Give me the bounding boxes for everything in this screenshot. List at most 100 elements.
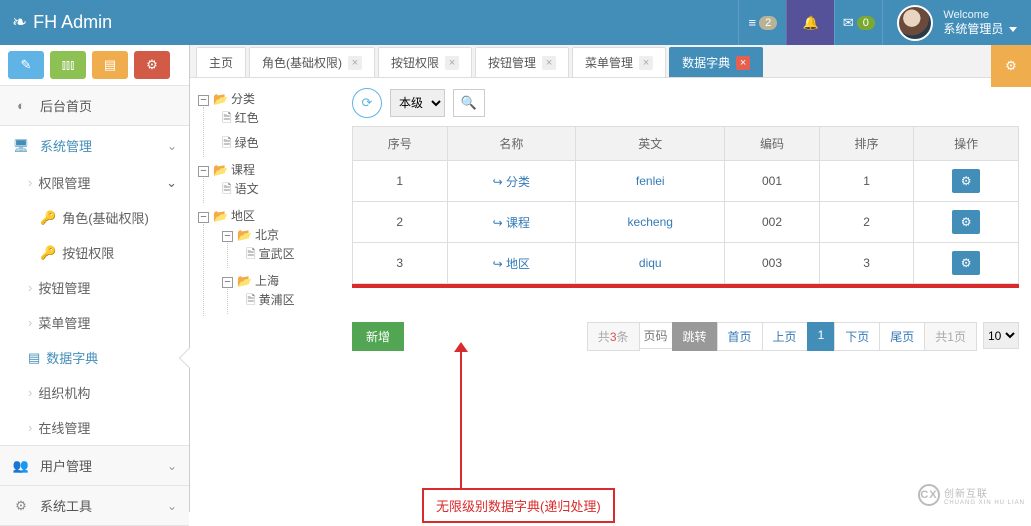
toolbar-book[interactable]: ▤ [92, 51, 128, 79]
tree-leaf[interactable]: 语文 [222, 178, 332, 203]
pager-last[interactable]: 尾页 [879, 322, 925, 351]
sidebar-item-users[interactable]: 👥用户管理⌄ [0, 446, 189, 485]
envelope-icon: ✉ [843, 15, 854, 31]
pager-go[interactable]: 跳转 [672, 322, 718, 351]
tab-roles[interactable]: 角色(基础权限) × [249, 47, 375, 77]
tab-dictionary[interactable]: 数据字典× [669, 47, 763, 77]
row-name-link[interactable]: ↪ 地区 [493, 257, 530, 271]
tab-button-mgmt[interactable]: 按钮管理× [475, 47, 569, 77]
search-button[interactable]: 🔍 [453, 89, 485, 117]
row-en-link[interactable]: fenlei [636, 174, 665, 188]
tree-leaf[interactable]: 红色 [222, 107, 332, 132]
close-icon[interactable]: × [542, 56, 556, 70]
sidebar-item-system[interactable]: 🖥系统管理⌄ [0, 126, 189, 165]
collapse-icon[interactable]: − [198, 95, 209, 106]
sidebar-item-dictionary[interactable]: ▤ 数据字典 [0, 340, 189, 375]
row-name-link[interactable]: ↪ 分类 [493, 175, 530, 189]
row-en-link[interactable]: diqu [639, 256, 662, 270]
pager: 共3条 跳转 首页 上页 1 下页 尾页 共1页 10 [588, 322, 1019, 351]
level-select[interactable]: 本级 [390, 89, 445, 117]
toolbar-gears[interactable]: ⚙ [134, 51, 170, 79]
refresh-button[interactable]: ⟳ [352, 88, 382, 118]
sidebar-item-label: 菜单管理 [38, 313, 90, 332]
sidebar-item-online[interactable]: ›在线管理 [0, 410, 189, 445]
row-en-link[interactable]: kecheng [628, 215, 673, 229]
sidebar-item-label: 用户管理 [40, 456, 92, 475]
sidebar-item-button-perm[interactable]: 🔑按钮权限 [0, 235, 189, 270]
sidebar-item-label: 组织机构 [38, 383, 90, 402]
toolbar-edit[interactable]: ✎ [8, 51, 44, 79]
pager-pages: 共1页 [924, 322, 977, 351]
users-icon: 👥 [12, 458, 30, 474]
username-text: 系统管理员 [943, 22, 1003, 36]
sidebar-item-label: 按钮管理 [38, 278, 90, 297]
sidebar-item-menu-mgmt[interactable]: ›菜单管理 [0, 305, 189, 340]
row-action-button[interactable]: ⚙ [952, 210, 980, 234]
tree-node[interactable]: −分类 红色 绿色 [198, 88, 332, 159]
tree-node[interactable]: −课程 语文 [198, 159, 332, 205]
page-input[interactable] [639, 322, 673, 349]
tab-home[interactable]: 主页 [196, 47, 246, 77]
tree-node[interactable]: −北京 宣武区 [222, 224, 332, 270]
filter-row: ⟳ 本级 🔍 [352, 88, 1019, 118]
tree-leaf[interactable]: 绿色 [222, 132, 332, 157]
th: 英文 [576, 127, 725, 161]
row-action-button[interactable]: ⚙ [952, 169, 980, 193]
sidebar-item-permissions[interactable]: ›权限管理⌄ [0, 165, 189, 200]
tab-label: 角色(基础权限) [262, 54, 342, 71]
tree-leaf[interactable]: 宣武区 [246, 243, 332, 268]
sidebar-item-label: 系统管理 [40, 136, 92, 155]
sidebar-item-tools[interactable]: ⚙系统工具⌄ [0, 486, 189, 525]
left-sidebar: ✎ ⫾⫾⫾ ▤ ⚙ ◐后台首页 🖥系统管理⌄ ›权限管理⌄ 🔑角色(基础权限) … [0, 45, 190, 512]
pager-prev[interactable]: 上页 [762, 322, 808, 351]
bell-icon: 🔔 [803, 15, 819, 31]
close-icon[interactable]: × [639, 56, 653, 70]
user-menu[interactable]: Welcome 系统管理员 [882, 0, 1031, 45]
close-icon[interactable]: × [445, 56, 459, 70]
sidebar-item-home[interactable]: ◐后台首页 [0, 86, 189, 125]
sidebar-item-button-mgmt[interactable]: ›按钮管理 [0, 270, 189, 305]
close-icon[interactable]: × [736, 56, 750, 70]
key-icon: 🔑 [40, 210, 56, 226]
sidebar-item-roles[interactable]: 🔑角色(基础权限) [0, 200, 189, 235]
gear-icon: ⚙ [1005, 58, 1017, 74]
table-header-row: 序号 名称 英文 编码 排序 操作 [353, 127, 1019, 161]
collapse-icon[interactable]: − [198, 166, 209, 177]
tab-button-perm[interactable]: 按钮权限× [378, 47, 472, 77]
chevron-down-icon: ⌄ [167, 499, 177, 513]
th: 序号 [353, 127, 448, 161]
watermark-logo: CX [918, 484, 940, 506]
toolbar-stats[interactable]: ⫾⫾⫾ [50, 51, 86, 79]
sidebar-menu: ◐后台首页 🖥系统管理⌄ ›权限管理⌄ 🔑角色(基础权限) 🔑按钮权限 ›按钮管… [0, 86, 189, 526]
notifications-button[interactable]: ≡ 2 [738, 0, 786, 45]
brand-text: FH Admin [33, 12, 112, 33]
close-icon[interactable]: × [348, 56, 362, 70]
alerts-button[interactable]: 🔔 [786, 0, 834, 45]
sidebar-toolbar: ✎ ⫾⫾⫾ ▤ ⚙ [0, 45, 189, 86]
add-button[interactable]: 新增 [352, 322, 404, 351]
data-table: 序号 名称 英文 编码 排序 操作 1 ↪ 分类 fenlei 001 1 ⚙ [352, 126, 1019, 284]
tree-node[interactable]: −地区 −北京 宣武区 −上海 黄浦区 [198, 205, 332, 318]
pager-next[interactable]: 下页 [834, 322, 880, 351]
caret-down-icon [1009, 27, 1017, 32]
row-action-button[interactable]: ⚙ [952, 251, 980, 275]
sidebar-item-label: 数据字典 [46, 348, 98, 367]
brand: ❧ FH Admin [12, 12, 112, 33]
sidebar-item-org[interactable]: ›组织机构 [0, 375, 189, 410]
gear-icon: ⚙ [12, 498, 30, 514]
th: 名称 [447, 127, 576, 161]
mail-button[interactable]: ✉ 0 [834, 0, 882, 45]
sidebar-item-label: 权限管理 [38, 173, 90, 192]
row-name-link[interactable]: ↪ 课程 [493, 216, 530, 230]
page-size-select[interactable]: 10 [983, 322, 1019, 349]
tree-node[interactable]: −上海 黄浦区 [222, 270, 332, 316]
collapse-icon[interactable]: − [198, 212, 209, 223]
th: 编码 [725, 127, 820, 161]
collapse-icon[interactable]: − [222, 231, 233, 242]
collapse-icon[interactable]: − [222, 277, 233, 288]
pager-current[interactable]: 1 [807, 322, 836, 351]
tab-menu-mgmt[interactable]: 菜单管理× [572, 47, 666, 77]
pager-first[interactable]: 首页 [717, 322, 763, 351]
tree-leaf[interactable]: 黄浦区 [246, 289, 332, 314]
book-icon: ▤ [28, 350, 40, 366]
